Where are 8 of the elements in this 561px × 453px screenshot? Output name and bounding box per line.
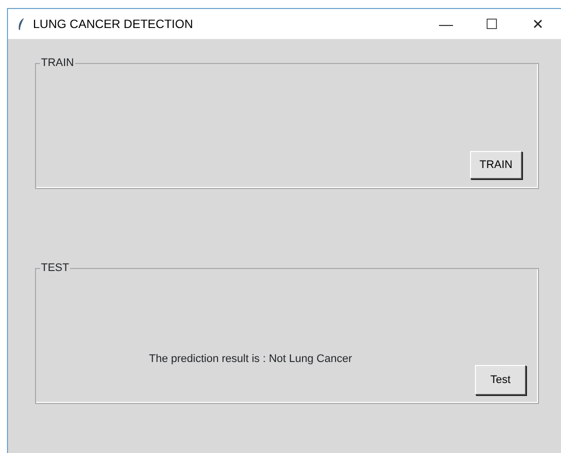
test-button[interactable]: Test: [475, 365, 526, 395]
train-button[interactable]: TRAIN: [470, 151, 522, 179]
minimize-button[interactable]: —: [423, 14, 469, 34]
close-button[interactable]: ✕: [515, 14, 561, 34]
result-text: The prediction result is : Not Lung Cancer: [149, 352, 352, 366]
window-title: LUNG CANCER DETECTION: [33, 16, 194, 33]
feather-icon: [18, 18, 25, 30]
maximize-button[interactable]: ☐: [469, 14, 515, 34]
